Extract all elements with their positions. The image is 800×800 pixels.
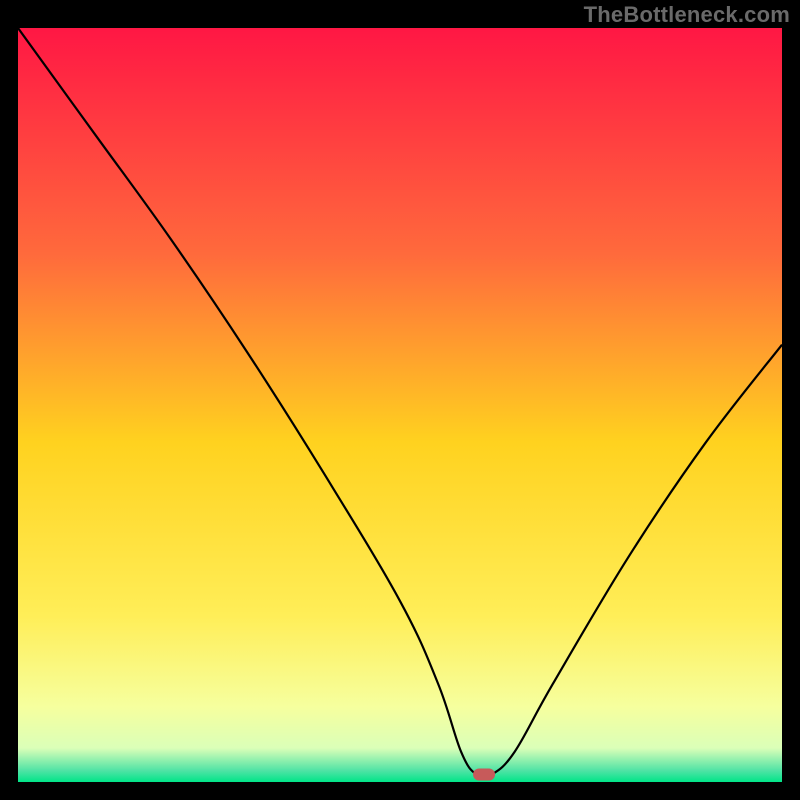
plot-area	[18, 28, 782, 782]
optimal-point-marker	[473, 768, 495, 780]
chart-svg	[18, 28, 782, 782]
chart-container: TheBottleneck.com	[0, 0, 800, 800]
gradient-background	[18, 28, 782, 782]
watermark-text: TheBottleneck.com	[584, 2, 790, 28]
